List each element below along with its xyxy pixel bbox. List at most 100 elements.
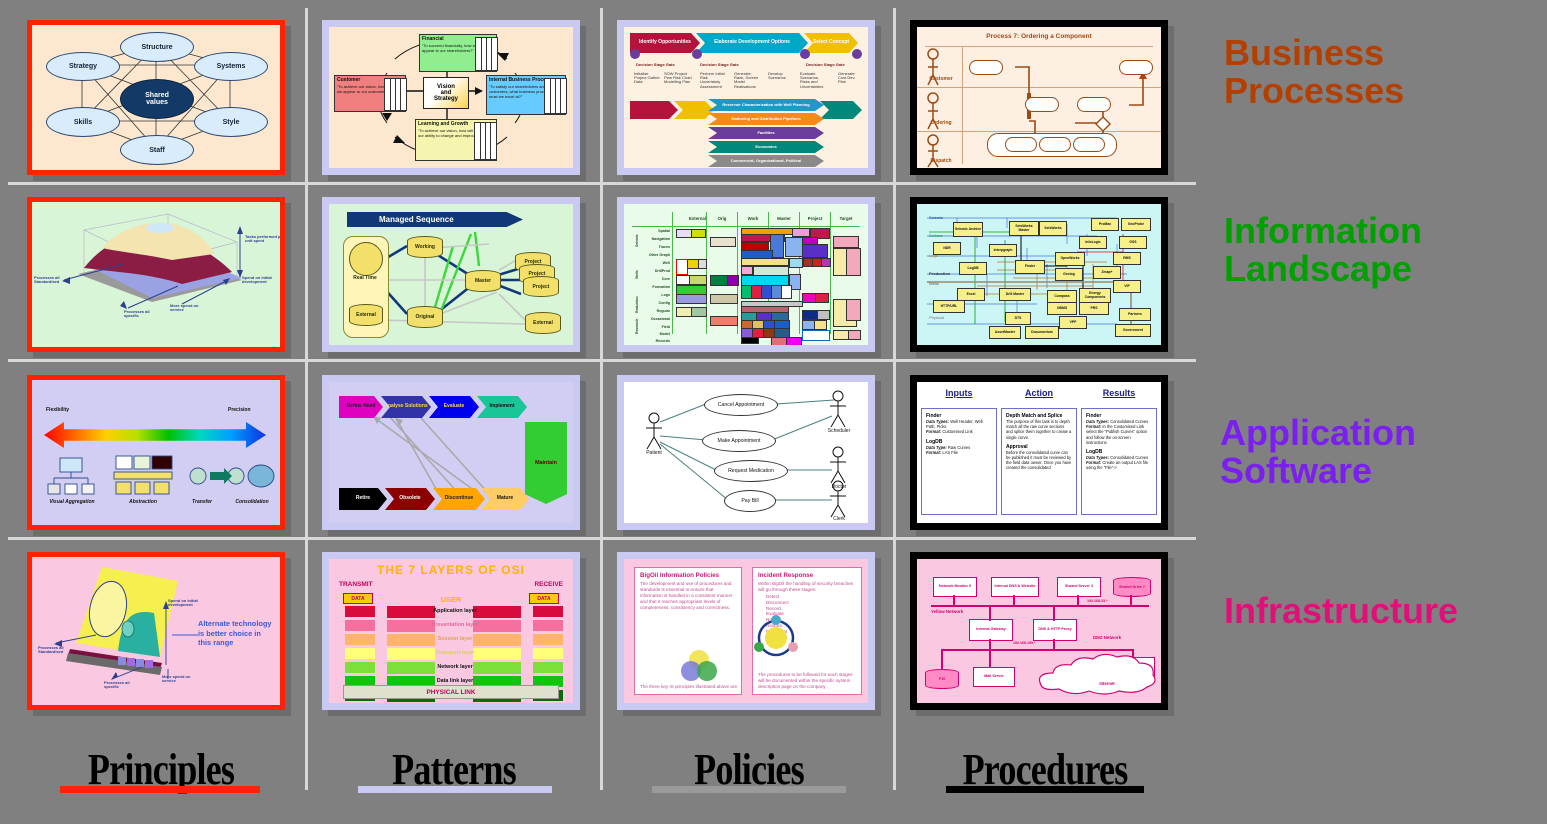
- osi-arrow-rx-2: [533, 620, 563, 631]
- cell-principles-business-processes[interactable]: Structure Strategy Systems Skills Style …: [27, 20, 291, 181]
- matrix-block: [789, 258, 803, 268]
- swimlane-label-surface: Surface: [929, 233, 943, 238]
- matrix-block: [814, 320, 827, 330]
- cycle-icon: [754, 615, 798, 657]
- matrix-block: [846, 299, 861, 321]
- actor-patient: Patient: [646, 450, 662, 456]
- matrix-row-logs: Logs: [661, 293, 670, 297]
- node-skills: Skills: [46, 107, 120, 137]
- matrix-col-work: Work: [747, 216, 759, 221]
- gate-label-2: Decision Stage Gate: [700, 62, 739, 67]
- matrix-block: [802, 293, 816, 303]
- matrix-block: [710, 275, 728, 286]
- matrix-row-model: Model: [659, 332, 670, 336]
- spectrum-item-visual-aggregation: Visual Aggregation: [49, 499, 95, 505]
- cell-policies-information-landscape[interactable]: External Orig Work Master Project Target…: [617, 197, 881, 358]
- spectrum-item-abstraction: Abstraction: [129, 499, 157, 505]
- axis-label-standardised-r4c1: Processes all Standardised: [38, 645, 64, 655]
- matrix-block: [741, 337, 759, 344]
- lower-chevron-2: [674, 101, 714, 119]
- use-case-diagram: Cancel Appointment Make Appointment Requ…: [617, 375, 875, 530]
- alternate-technology-diagram: Spend on initial development Processes a…: [27, 552, 285, 710]
- policy-card-incident-title: Incident Response: [758, 572, 814, 579]
- matrix-col-target: Target: [839, 216, 853, 221]
- app-documentum: Documentum: [1025, 326, 1059, 339]
- cell-procedures-infrastructure[interactable]: Yellow Network 192.168.23.* Network Moni…: [910, 552, 1174, 716]
- matrix-block: [821, 258, 831, 267]
- app-ndr: NDR: [933, 242, 961, 255]
- matrix-row-other-graph: Other Graph: [648, 253, 670, 257]
- matrix-block: [710, 294, 738, 304]
- matrix-label-rule: [672, 212, 674, 334]
- row-label-information-landscape: Information Landscape: [1224, 210, 1422, 290]
- policy-card-incident-footer: The procedures to be followed for each s…: [758, 672, 853, 690]
- policy-card-bigoil-footer: The three key IS principles illustrated …: [640, 684, 738, 690]
- matrix-block: [792, 228, 810, 237]
- app-http-url: HTTP/URL: [933, 300, 965, 313]
- osi-layer-application: Application layer: [433, 608, 477, 614]
- matrix-block: [710, 237, 736, 247]
- cell-policies-application-software[interactable]: Cancel Appointment Make Appointment Requ…: [617, 375, 881, 536]
- cell-procedures-application-software[interactable]: Inputs Action Results Finder Data Types:…: [910, 375, 1174, 536]
- lane-label-ordering: Ordering: [930, 120, 952, 126]
- matrix-group-seismic: Seismic: [635, 234, 639, 247]
- matrix-group-wells: Wells: [635, 270, 639, 279]
- store-master: Master: [465, 270, 501, 292]
- matrix-block: [691, 229, 706, 238]
- app-partners: Partners: [1119, 308, 1151, 321]
- matrix-col-rule-4: [830, 212, 831, 334]
- cell-patterns-information-landscape[interactable]: Managed Sequence Real Time External Work…: [322, 197, 586, 358]
- cell-principles-information-landscape[interactable]: Tasks performed per unit spent Spend on …: [27, 197, 291, 358]
- osi-arrow-tx-1: [345, 606, 375, 617]
- matrix-row-drillprod: DrillProd: [654, 269, 670, 273]
- column-underline-principles: [60, 786, 260, 793]
- activity-ordering-2: [1077, 97, 1111, 112]
- gate-item-6: Evaluate Scenarios, Risks and Uncertaint…: [800, 71, 824, 89]
- cell-patterns-business-processes[interactable]: Financial “To succeed financially, how s…: [322, 20, 586, 181]
- row-separator-1: [8, 182, 1196, 185]
- matrix-block: [698, 259, 707, 269]
- osi-bar-right-3: [473, 634, 521, 646]
- flexibility-precision-spectrum: Flexibility Precision Visual Aggregation…: [27, 375, 285, 530]
- app-assetmaster: AssetMaster: [989, 326, 1021, 339]
- osi-physical-link: PHYSICAL LINK: [343, 685, 559, 699]
- app-drill-master: Drill Master: [999, 288, 1031, 301]
- cell-principles-infrastructure[interactable]: Spend on initial development Processes a…: [27, 552, 291, 716]
- matrix-block: [691, 307, 707, 317]
- osi-bar-right-4: [473, 648, 521, 660]
- lifecycle-maintain: Maintain: [525, 422, 567, 504]
- matrix-block: [741, 266, 753, 275]
- osi-arrow-tx-2: [345, 620, 375, 631]
- gate-item-4: Generate, Rank, Screen Model Realisation…: [734, 71, 759, 89]
- track-economics: Economics: [708, 141, 824, 153]
- matrix-row-regular: Regular: [656, 309, 670, 313]
- row-separator-2: [8, 359, 1196, 362]
- gate-item-2: SOW Project Plan Risk Chart Modelling Pl…: [664, 71, 692, 85]
- cell-procedures-business-processes[interactable]: Process 7: Ordering a Component Customer…: [910, 20, 1174, 181]
- store-original: Original: [407, 306, 443, 328]
- cell-patterns-infrastructure[interactable]: THE 7 LAYERS OF OSI TRANSMIT RECEIVE USE…: [322, 552, 586, 716]
- track-facilities: Facilities: [708, 127, 824, 139]
- osi-layer-presentation: Presentation layer: [431, 622, 479, 628]
- app-seisworks: SeisWorks: [1039, 221, 1067, 236]
- gate-item-1: Initialise Project Gather Data: [634, 71, 660, 85]
- swimlane-label-wells: Wells: [929, 281, 939, 286]
- cell-patterns-application-software[interactable]: Define Need Analyse Solutions Evaluate I…: [322, 375, 586, 536]
- cell-policies-infrastructure[interactable]: BigOil Information Policies The developm…: [617, 552, 881, 716]
- stage-select-concept: Select Concept: [804, 33, 858, 53]
- app-openworks: OpenWorks: [1055, 252, 1085, 266]
- osi-data-right: DATA: [529, 593, 559, 604]
- cell-policies-business-processes[interactable]: Identify Opportunities Elaborate Develop…: [617, 20, 881, 181]
- scorecard-table-ibp: [544, 78, 567, 114]
- osi-layer-network: Network layer: [437, 664, 473, 670]
- osi-arrow-rx-5: [533, 662, 563, 673]
- osi-arrow-tx-5: [345, 662, 375, 673]
- matrix-block: [817, 310, 830, 320]
- store-external-right: External: [525, 312, 561, 334]
- cell-procedures-information-landscape[interactable]: Seismic Surface Logs Production Wells Ph…: [910, 197, 1174, 358]
- matrix-block: [781, 285, 792, 299]
- node-style: Style: [194, 107, 268, 137]
- lower-chevron-1: [630, 101, 678, 119]
- matrix-row-traces: Traces: [658, 245, 670, 249]
- cell-principles-application-software[interactable]: Flexibility Precision Visual Aggregation…: [27, 375, 291, 536]
